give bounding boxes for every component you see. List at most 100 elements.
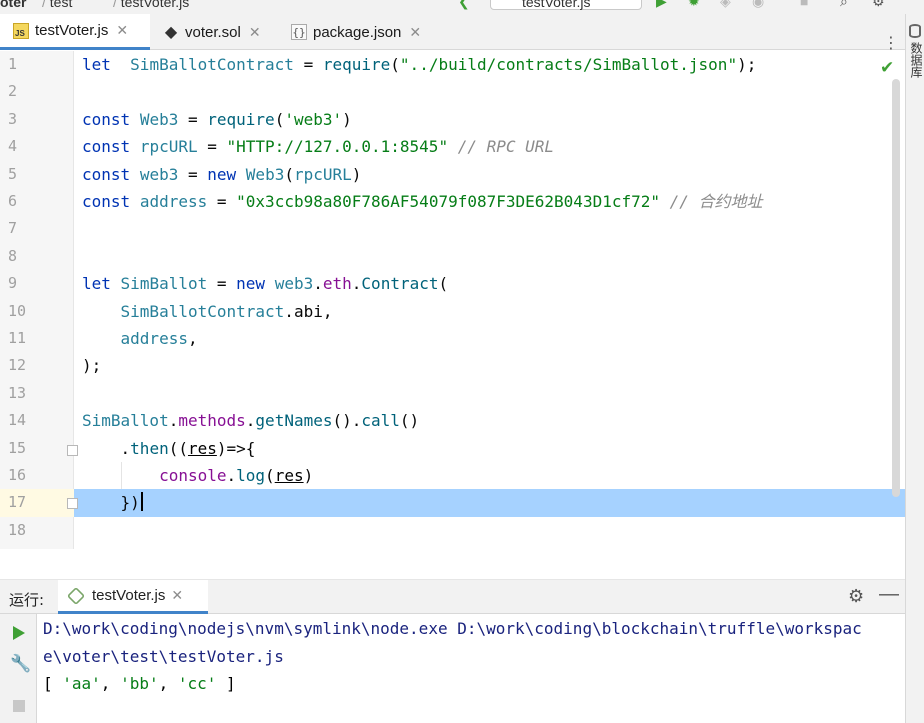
profile-icon[interactable]: ◉: [752, 0, 764, 8]
line-number: 15: [8, 438, 27, 457]
run-panel-header: 运行: testVoter.js ✕ ⚙ —: [0, 580, 905, 614]
run-tab-testvoter[interactable]: testVoter.js ✕: [58, 580, 208, 614]
close-icon[interactable]: ✕: [409, 24, 421, 41]
code-text: const address = "0x3ccb98a80F786AF54079f…: [82, 192, 763, 211]
debug-icon[interactable]: ✹: [688, 0, 700, 8]
back-arrow-icon[interactable]: ❮: [458, 0, 470, 8]
js-file-icon: JS: [12, 22, 30, 40]
tab-package-json[interactable]: {} package.json ✕: [278, 14, 438, 50]
code-line[interactable]: 15 .then((res)=>{: [0, 435, 905, 462]
line-number: 10: [8, 301, 27, 320]
code-text: );: [82, 356, 102, 376]
run-tab-label: testVoter.js: [92, 587, 166, 604]
code-line[interactable]: 5 const web3 = new Web3(rpcURL): [0, 161, 905, 188]
editor-tab-bar: JS testVoter.js ✕ ◆ voter.sol ✕ {} packa…: [0, 14, 905, 52]
breadcrumb-folder-label: test: [49, 0, 73, 10]
close-icon[interactable]: ✕: [249, 24, 261, 41]
breadcrumb-folder[interactable]: / test: [42, 0, 72, 10]
code-line[interactable]: 12 );: [0, 352, 905, 379]
code-text: const rpcURL = "HTTP://127.0.0.1:8545" /…: [82, 137, 555, 157]
fold-end-icon[interactable]: [67, 498, 78, 509]
breadcrumb-separator: /: [113, 0, 121, 10]
code-line[interactable]: 11 address,: [0, 325, 905, 352]
run-configuration-label: testVoter.js: [522, 0, 591, 10]
breadcrumb-project[interactable]: oter: [0, 0, 26, 10]
code-line[interactable]: 13: [0, 380, 905, 407]
indent-guide: [121, 462, 122, 489]
code-text: .then((res)=>{: [82, 438, 256, 458]
code-text: SimBallot.methods.getNames().call(): [82, 411, 420, 431]
more-options-icon[interactable]: ⋮: [883, 36, 899, 52]
code-text: let SimBallotContract = require("../buil…: [82, 55, 757, 74]
rerun-icon[interactable]: [13, 626, 25, 640]
current-code-line[interactable]: 17 }): [0, 489, 905, 517]
run-console-output[interactable]: D:\work\coding\nodejs\nvm\symlink\node.e…: [37, 614, 905, 723]
line-number: 4: [8, 137, 18, 156]
console-result-line: [ 'aa', 'bb', 'cc' ]: [43, 674, 236, 693]
line-number: 13: [8, 383, 27, 402]
code-line[interactable]: 6 const address = "0x3ccb98a80F786AF5407…: [0, 188, 905, 215]
breadcrumb-file[interactable]: / testVoter.js: [113, 0, 189, 10]
line-number: 9: [8, 274, 18, 293]
tab-label: package.json: [313, 23, 402, 41]
line-number: 16: [8, 466, 27, 484]
navigation-bar: oter / test / testVoter.js ❮ testVoter.j…: [0, 0, 924, 14]
stop-icon[interactable]: ■: [800, 0, 808, 8]
run-icon[interactable]: ▶: [656, 0, 667, 8]
tab-testvoter-js[interactable]: JS testVoter.js ✕: [0, 14, 150, 50]
console-command-line: D:\work\coding\nodejs\nvm\symlink\node.e…: [43, 619, 862, 638]
result-item: 'aa': [62, 674, 101, 693]
fold-collapse-icon[interactable]: [67, 445, 78, 456]
tab-label: voter.sol: [185, 23, 241, 41]
close-icon[interactable]: ✕: [171, 587, 183, 604]
coverage-icon[interactable]: ◈: [720, 0, 731, 8]
code-line[interactable]: 9 let SimBallot = new web3.eth.Contract(: [0, 270, 905, 297]
breadcrumb-file-label: testVoter.js: [120, 0, 190, 10]
search-icon[interactable]: ⌕: [840, 0, 848, 8]
nodejs-icon: [66, 586, 86, 605]
database-tool-label[interactable]: 数据库: [908, 42, 924, 78]
gear-icon[interactable]: ⚙: [848, 586, 864, 607]
database-icon[interactable]: [909, 24, 921, 38]
line-number: 5: [8, 164, 18, 183]
code-line[interactable]: 2: [0, 78, 905, 105]
text-cursor: [140, 492, 143, 512]
line-number: 6: [8, 192, 18, 210]
breadcrumb-separator: /: [42, 0, 50, 10]
tab-voter-sol[interactable]: ◆ voter.sol ✕: [150, 14, 278, 50]
line-number: 18: [8, 520, 27, 539]
code-editor[interactable]: 1 let SimBallotContract = require("../bu…: [0, 51, 905, 549]
inspection-ok-check-icon[interactable]: ✔: [880, 58, 894, 78]
code-line[interactable]: 3 const Web3 = require('web3'): [0, 106, 905, 133]
code-line[interactable]: 4 const rpcURL = "HTTP://127.0.0.1:8545"…: [0, 133, 905, 160]
line-number: 3: [8, 109, 18, 128]
line-number: 14: [8, 411, 27, 430]
run-side-toolbar: 🔧: [0, 614, 37, 723]
line-number: 1: [8, 55, 18, 73]
line-number: 12: [8, 356, 27, 375]
wrench-icon[interactable]: 🔧: [10, 654, 31, 674]
stop-icon[interactable]: [13, 700, 25, 712]
settings-icon[interactable]: ⚙: [872, 0, 885, 8]
code-text: address,: [120, 329, 198, 348]
code-line[interactable]: 14 SimBallot.methods.getNames().call(): [0, 407, 905, 434]
right-tool-strip: 数据库: [905, 14, 924, 723]
code-line[interactable]: 8: [0, 243, 905, 270]
result-item: 'bb': [120, 674, 159, 693]
console-command-line-continued: e\voter\test\testVoter.js: [43, 646, 284, 666]
minimize-icon[interactable]: —: [879, 583, 899, 606]
code-line[interactable]: 16 console.log(res): [0, 462, 905, 489]
code-text: SimBallotContract.abi,: [120, 301, 333, 321]
tab-label: testVoter.js: [35, 22, 109, 39]
run-panel-title: 运行:: [9, 591, 45, 609]
line-number: 17: [0, 489, 74, 517]
code-text: const Web3 = require('web3'): [82, 109, 352, 129]
code-line[interactable]: 7: [0, 215, 905, 242]
code-line[interactable]: 10 SimBallotContract.abi,: [0, 298, 905, 325]
editor-vertical-scrollbar[interactable]: [892, 79, 900, 497]
line-number: 8: [8, 246, 18, 265]
code-line[interactable]: 18: [0, 517, 905, 544]
code-line[interactable]: 1 let SimBallotContract = require("../bu…: [0, 51, 905, 78]
line-number: 7: [8, 219, 18, 238]
close-icon[interactable]: ✕: [116, 22, 128, 39]
